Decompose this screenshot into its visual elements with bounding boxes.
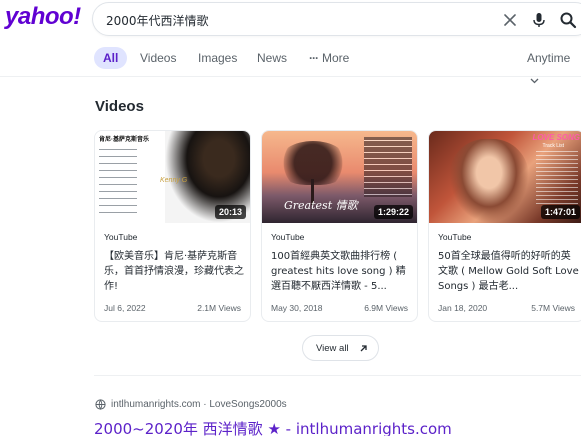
time-filter-label: Anytime xyxy=(527,51,571,65)
video-card[interactable]: Greatest 情歌 1:29:22 YouTube 100首經典英文歌曲排行… xyxy=(261,130,418,322)
time-filter-dropdown[interactable]: Anytime xyxy=(527,47,581,84)
video-date: Jul 6, 2022 xyxy=(104,303,146,313)
video-thumbnail[interactable]: Greatest 情歌 1:29:22 xyxy=(262,131,417,223)
video-duration: 20:13 xyxy=(214,205,246,219)
section-divider xyxy=(94,375,581,376)
tab-videos[interactable]: Videos xyxy=(140,47,176,69)
video-card[interactable]: 肯尼·基萨克斯音乐 Kenny G 20:13 YouTube 【欧美音乐】肯尼… xyxy=(94,130,251,322)
view-all-button[interactable]: View all xyxy=(302,335,379,361)
view-all-label: View all xyxy=(316,343,349,354)
video-source: YouTube xyxy=(104,232,138,242)
couple-figure xyxy=(449,139,529,223)
thumb-overlay: Kenny G xyxy=(160,177,188,184)
video-views: 5.7M Views xyxy=(531,303,575,313)
chevron-down-icon xyxy=(530,78,539,84)
search-icon[interactable] xyxy=(559,11,577,29)
search-input[interactable]: 2000年代西洋情歌 xyxy=(106,12,209,29)
videos-section-title: Videos xyxy=(95,98,144,115)
header-divider xyxy=(0,76,581,77)
tab-news[interactable]: News xyxy=(257,47,287,69)
video-thumbnail[interactable]: LOVE SONG Track List 1:47:01 xyxy=(429,131,581,223)
video-duration: 1:29:22 xyxy=(373,205,413,219)
video-title[interactable]: 【欧美音乐】肯尼·基萨克斯音乐，首首抒情浪漫，珍藏代表之作! xyxy=(104,249,246,294)
arrow-up-right-icon xyxy=(360,345,367,352)
thumb-sub: Track List xyxy=(542,143,564,149)
more-dots-icon: ··· xyxy=(309,51,319,65)
song-list-panel xyxy=(536,151,578,205)
video-title[interactable]: 100首經典英文歌曲排行榜 ( greatest hits love song … xyxy=(271,249,413,294)
microphone-icon[interactable] xyxy=(530,11,548,29)
globe-icon xyxy=(95,399,106,410)
video-title[interactable]: 50首全球最值得听的好听的英文歌 ( Mellow Gold Soft Love… xyxy=(438,249,580,294)
tab-images[interactable]: Images xyxy=(198,47,237,69)
video-duration: 1:47:01 xyxy=(540,205,580,219)
yahoo-logo[interactable]: yahoo! xyxy=(5,3,81,31)
thumb-heading: LOVE SONG xyxy=(532,133,580,142)
thumb-tracklist xyxy=(99,145,137,217)
search-box[interactable]: 2000年代西洋情歌 xyxy=(92,2,581,36)
video-source: YouTube xyxy=(438,232,472,242)
result-title-link[interactable]: 2000~2020年 西洋情歌 ★ - intlhumanrights.com xyxy=(94,418,452,436)
search-tabs: All Videos Images News ··· More Anytime xyxy=(94,47,581,84)
clear-icon[interactable] xyxy=(501,11,519,29)
video-date: Jan 18, 2020 xyxy=(438,303,488,313)
thumb-heading: 肯尼·基萨克斯音乐 xyxy=(99,137,149,143)
video-views: 2.1M Views xyxy=(197,303,241,313)
video-date: May 30, 2018 xyxy=(271,303,323,313)
tab-more-label: More xyxy=(322,51,350,65)
thumb-overlay: Greatest 情歌 xyxy=(284,199,358,212)
result-url-text: intlhumanrights.com · LoveSongs2000s xyxy=(111,399,287,410)
song-list-panel xyxy=(364,137,412,197)
tab-all[interactable]: All xyxy=(94,47,128,69)
video-card[interactable]: LOVE SONG Track List 1:47:01 YouTube 50首… xyxy=(428,130,581,322)
video-source: YouTube xyxy=(271,232,305,242)
tab-more[interactable]: ··· More xyxy=(309,47,349,69)
video-views: 6.9M Views xyxy=(364,303,408,313)
video-thumbnail[interactable]: 肯尼·基萨克斯音乐 Kenny G 20:13 xyxy=(95,131,250,223)
